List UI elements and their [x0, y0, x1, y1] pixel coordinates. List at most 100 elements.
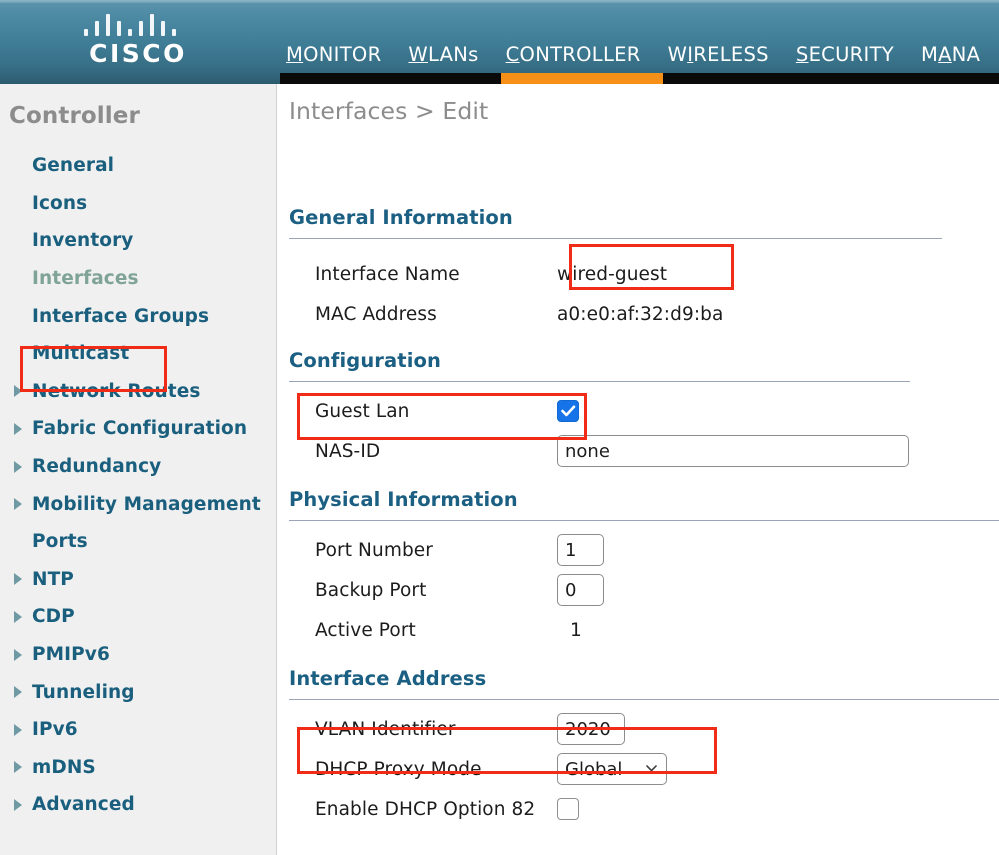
sidebar-item-tunneling[interactable]: Tunneling: [0, 673, 276, 711]
nas-id-label: NAS-ID: [315, 440, 381, 462]
port-number-label: Port Number: [315, 539, 433, 561]
section-divider: [289, 699, 999, 700]
nav-item-wireless[interactable]: WIRELESS: [668, 43, 769, 67]
sidebar-item-icons[interactable]: Icons: [0, 185, 276, 223]
sidebar-item-interfaces[interactable]: Interfaces: [0, 260, 276, 298]
interface-name-value: wired-guest: [557, 263, 668, 285]
sidebar-item-mobility-management[interactable]: Mobility Management: [0, 485, 276, 523]
sidebar-item-ipv6[interactable]: IPv6: [0, 711, 276, 749]
mac-address-value: a0:e0:af:32:d9:ba: [557, 303, 724, 325]
sidebar-item-label: Fabric Configuration: [32, 418, 248, 440]
chevron-down-icon: [646, 765, 657, 772]
backup-port-input[interactable]: [557, 574, 604, 606]
dhcp-option-82-label: Enable DHCP Option 82: [315, 798, 536, 820]
section-heading: Physical Information: [289, 488, 518, 511]
sidebar-item-mdns[interactable]: mDNS: [0, 749, 276, 787]
expand-arrow-icon[interactable]: [14, 799, 32, 811]
sidebar-item-label: mDNS: [32, 756, 96, 778]
sidebar-item-label: Icons: [32, 192, 88, 214]
nav-security-suffix: ECURITY: [808, 43, 894, 66]
sidebar-item-network-routes[interactable]: Network Routes: [0, 373, 276, 411]
expand-arrow-icon[interactable]: [14, 611, 32, 623]
expand-arrow-icon[interactable]: [14, 649, 32, 661]
expand-arrow-icon[interactable]: [14, 724, 32, 736]
nav-controller-suffix: ONTROLLER: [519, 43, 641, 66]
expand-arrow-icon[interactable]: [14, 423, 32, 435]
guest-lan-label: Guest Lan: [315, 400, 410, 422]
sidebar: Controller General Icons Inventory Inter…: [0, 84, 277, 855]
section-general-information: General Information Interface Name wired…: [277, 205, 999, 334]
sidebar-item-label: Interface Groups: [32, 305, 210, 327]
header-left-block: [0, 73, 280, 84]
vlan-identifier-input[interactable]: [557, 713, 625, 745]
sidebar-item-label: PMIPv6: [32, 644, 110, 666]
section-heading: General Information: [289, 206, 513, 229]
nav-monitor-suffix: ONITOR: [303, 43, 382, 66]
main-content: Interfaces > Edit General Information In…: [277, 84, 999, 855]
sidebar-item-interface-groups[interactable]: Interface Groups: [0, 297, 276, 335]
dhcp-proxy-mode-select[interactable]: Global: [557, 753, 667, 785]
nav-controller-accelerator: C: [505, 43, 520, 66]
nav-wlans-suffix: LANs: [428, 43, 479, 66]
nav-security-accelerator: S: [795, 43, 809, 66]
sidebar-title: Controller: [9, 103, 140, 129]
sidebar-item-ntp[interactable]: NTP: [0, 561, 276, 599]
cisco-logo[interactable]: CISCO: [78, 10, 198, 72]
section-heading: Configuration: [289, 349, 441, 372]
sidebar-item-cdp[interactable]: CDP: [0, 598, 276, 636]
expand-arrow-icon[interactable]: [14, 461, 32, 473]
sidebar-item-label: Inventory: [32, 230, 134, 252]
row-port-number: Port Number: [289, 530, 999, 570]
row-guest-lan: Guest Lan: [289, 391, 999, 431]
nav-management-suffix: NA: [951, 43, 981, 66]
section-divider: [289, 520, 999, 521]
nav-item-controller[interactable]: CONTROLLER: [506, 43, 641, 67]
expand-arrow-icon[interactable]: [14, 761, 32, 773]
sidebar-item-redundancy[interactable]: Redundancy: [0, 448, 276, 486]
section-divider: [289, 381, 910, 382]
nav-item-monitor[interactable]: MONITOR: [286, 43, 381, 67]
sidebar-item-label: Multicast: [32, 343, 130, 365]
sidebar-item-label: Advanced: [32, 794, 135, 816]
sidebar-item-advanced[interactable]: Advanced: [0, 786, 276, 824]
row-interface-name: Interface Name wired-guest: [289, 254, 999, 294]
guest-lan-checkbox[interactable]: [557, 400, 579, 422]
sidebar-item-inventory[interactable]: Inventory: [0, 222, 276, 260]
row-nas-id: NAS-ID: [289, 431, 999, 471]
sidebar-item-label: CDP: [32, 606, 75, 628]
nas-id-input[interactable]: [557, 435, 909, 467]
sidebar-item-ports[interactable]: Ports: [0, 523, 276, 561]
sidebar-item-pmipv6[interactable]: PMIPv6: [0, 636, 276, 674]
expand-arrow-icon[interactable]: [14, 686, 32, 698]
nav-active-tab-indicator: [501, 73, 663, 84]
dhcp-option-82-checkbox[interactable]: [557, 798, 579, 820]
sidebar-item-label: Ports: [32, 531, 88, 553]
cisco-wlc-page: CISCO MONITOR WLANs CONTROLLER WIRELESS …: [0, 0, 999, 855]
row-dhcp-option-82: Enable DHCP Option 82: [289, 789, 999, 829]
dhcp-proxy-mode-label: DHCP Proxy Mode: [315, 758, 482, 780]
sidebar-item-label: IPv6: [32, 719, 78, 741]
section-physical-information: Physical Information Port Number Backup …: [277, 487, 999, 650]
expand-arrow-icon[interactable]: [14, 573, 32, 585]
sidebar-item-multicast[interactable]: Multicast: [0, 335, 276, 373]
nav-wireless-suffix: RELESS: [693, 43, 769, 66]
page-body: Controller General Icons Inventory Inter…: [0, 84, 999, 855]
nav-management-accelerator: A: [938, 43, 952, 66]
expand-arrow-icon[interactable]: [14, 385, 32, 397]
sidebar-item-general[interactable]: General: [0, 147, 276, 185]
nav-item-management[interactable]: MANA: [921, 43, 980, 67]
sidebar-item-label: Mobility Management: [32, 493, 261, 515]
main-navigation: MONITOR WLANs CONTROLLER WIRELESS SECURI…: [286, 43, 980, 67]
row-active-port: Active Port 1: [289, 610, 999, 650]
nav-item-wlans[interactable]: WLANs: [408, 43, 478, 67]
sidebar-item-fabric-configuration[interactable]: Fabric Configuration: [0, 410, 276, 448]
nav-item-security[interactable]: SECURITY: [796, 43, 894, 67]
port-number-input[interactable]: [557, 534, 604, 566]
section-configuration: Configuration Guest Lan NAS-ID: [277, 348, 999, 471]
row-mac-address: MAC Address a0:e0:af:32:d9:ba: [289, 294, 999, 334]
nav-monitor-accelerator: M: [286, 43, 304, 66]
breadcrumb: Interfaces > Edit: [289, 97, 489, 125]
section-interface-address: Interface Address VLAN Identifier DHCP P…: [277, 666, 999, 829]
expand-arrow-icon[interactable]: [14, 498, 32, 510]
cisco-wordmark: CISCO: [89, 39, 187, 68]
